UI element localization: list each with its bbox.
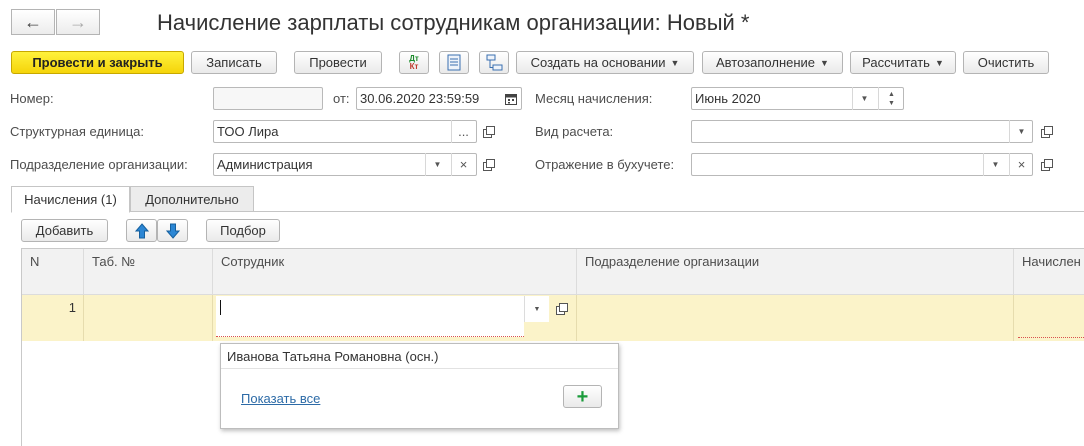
calendar-icon bbox=[505, 93, 517, 105]
report-button[interactable] bbox=[439, 51, 469, 74]
chevron-down-icon: ▼ bbox=[533, 305, 541, 313]
calendar-button[interactable] bbox=[499, 87, 523, 110]
pick-button[interactable]: Подбор bbox=[206, 219, 280, 242]
department-open-button[interactable] bbox=[477, 153, 501, 176]
accrual-month-label: Месяц начисления: bbox=[535, 91, 653, 106]
dropdown-arrow-icon: ▼ bbox=[670, 57, 680, 68]
spin-up-icon: ▲ bbox=[888, 90, 895, 98]
col-header-department[interactable]: Подразделение организации bbox=[577, 249, 1014, 295]
cell-tab-no[interactable] bbox=[84, 295, 213, 341]
date-input[interactable]: 30.06.2020 23:59:59 bbox=[356, 87, 522, 110]
accounting-label: Отражение в бухучете: bbox=[535, 157, 675, 172]
autofill-button[interactable]: Автозаполнение ▼ bbox=[702, 51, 843, 74]
employee-open-button[interactable] bbox=[550, 296, 574, 322]
move-down-button[interactable] bbox=[157, 219, 188, 242]
employee-dropdown-button[interactable]: ▼ bbox=[524, 296, 549, 322]
open-icon bbox=[556, 303, 568, 315]
date-from-label: от: bbox=[333, 91, 350, 106]
add-button[interactable]: Добавить bbox=[21, 219, 108, 242]
structure-button[interactable] bbox=[479, 51, 509, 74]
number-input[interactable] bbox=[213, 87, 323, 110]
chevron-down-icon: ▼ bbox=[433, 160, 442, 169]
back-button[interactable]: ← bbox=[11, 9, 55, 35]
open-icon bbox=[483, 158, 495, 171]
plus-icon: + bbox=[576, 385, 589, 408]
unit-select-button[interactable]: ... bbox=[451, 120, 475, 143]
dropdown-item[interactable]: Иванова Татьяна Романовна (осн.) bbox=[221, 344, 618, 369]
col-header-n[interactable]: N bbox=[22, 249, 84, 295]
structural-unit-input[interactable]: ТОО Лира bbox=[213, 120, 477, 143]
clear-button[interactable]: Очистить bbox=[963, 51, 1049, 74]
show-all-link[interactable]: Показать все bbox=[241, 391, 320, 406]
page-title: Начисление зарплаты сотрудникам организа… bbox=[157, 10, 750, 35]
calc-type-dropdown-button[interactable]: ▼ bbox=[1009, 120, 1033, 143]
forward-button[interactable]: → bbox=[56, 9, 100, 35]
department-clear-button[interactable]: × bbox=[451, 153, 475, 176]
month-dropdown-button[interactable]: ▼ bbox=[852, 87, 876, 110]
chevron-down-icon: ▼ bbox=[1017, 127, 1026, 136]
open-icon bbox=[483, 125, 495, 138]
close-icon: × bbox=[459, 157, 468, 172]
dt-kt-icon: Дт Кт bbox=[409, 53, 419, 71]
accounting-clear-button[interactable]: × bbox=[1009, 153, 1033, 176]
accounting-open-button[interactable] bbox=[1035, 153, 1059, 176]
month-spinner[interactable]: ▲ ▼ bbox=[878, 87, 904, 110]
cell-n[interactable]: 1 bbox=[22, 295, 84, 341]
department-dropdown-button[interactable]: ▼ bbox=[425, 153, 449, 176]
move-up-button[interactable] bbox=[126, 219, 157, 242]
department-label: Подразделение организации: bbox=[10, 157, 188, 172]
cell-accrual[interactable] bbox=[1014, 295, 1084, 341]
text-cursor bbox=[220, 300, 221, 315]
close-icon: × bbox=[1017, 157, 1026, 172]
cell-employee[interactable]: ▼ bbox=[213, 295, 577, 341]
number-label: Номер: bbox=[10, 91, 54, 106]
post-and-close-button[interactable]: Провести и закрыть bbox=[11, 51, 184, 74]
tab-additional[interactable]: Дополнительно bbox=[130, 186, 254, 212]
calc-type-open-button[interactable] bbox=[1035, 120, 1059, 143]
list-icon bbox=[447, 54, 461, 71]
unit-open-button[interactable] bbox=[477, 120, 501, 143]
tab-accruals[interactable]: Начисления (1) bbox=[11, 186, 130, 213]
employee-input[interactable] bbox=[216, 296, 524, 337]
calc-type-input[interactable] bbox=[691, 120, 1033, 143]
dt-kt-button[interactable]: Дт Кт bbox=[399, 51, 429, 74]
arrow-right-icon: → bbox=[69, 11, 87, 32]
calculate-button[interactable]: Рассчитать ▼ bbox=[850, 51, 956, 74]
hierarchy-icon bbox=[486, 54, 502, 71]
accrual-required-marker bbox=[1018, 337, 1084, 338]
calc-type-label: Вид расчета: bbox=[535, 124, 614, 139]
post-button[interactable]: Провести bbox=[294, 51, 382, 74]
dropdown-arrow-icon: ▼ bbox=[934, 57, 944, 68]
col-header-tab-no[interactable]: Таб. № bbox=[84, 249, 213, 295]
accounting-dropdown-button[interactable]: ▼ bbox=[983, 153, 1007, 176]
save-button[interactable]: Записать bbox=[191, 51, 277, 74]
open-icon bbox=[1041, 158, 1053, 171]
dropdown-arrow-icon: ▼ bbox=[820, 57, 829, 68]
structural-unit-label: Структурная единица: bbox=[10, 124, 145, 139]
col-header-employee[interactable]: Сотрудник bbox=[213, 249, 577, 295]
create-based-on-button[interactable]: Создать на основании ▼ bbox=[516, 51, 694, 74]
arrow-down-icon bbox=[165, 223, 180, 239]
create-employee-button[interactable]: + bbox=[563, 385, 602, 408]
col-header-accrual[interactable]: Начислен bbox=[1014, 249, 1084, 295]
cell-department[interactable] bbox=[577, 295, 1014, 341]
open-icon bbox=[1041, 125, 1053, 138]
employee-dropdown-popup: Иванова Татьяна Романовна (осн.) Показат… bbox=[220, 343, 619, 429]
tab-strip-line bbox=[130, 211, 1084, 212]
arrow-left-icon: ← bbox=[24, 11, 42, 32]
chevron-down-icon: ▼ bbox=[991, 160, 1000, 169]
accounting-input[interactable] bbox=[691, 153, 1033, 176]
chevron-down-icon: ▼ bbox=[860, 94, 869, 103]
spin-down-icon: ▼ bbox=[888, 99, 895, 107]
ellipsis-icon: ... bbox=[458, 124, 469, 139]
arrow-up-icon bbox=[134, 222, 149, 238]
